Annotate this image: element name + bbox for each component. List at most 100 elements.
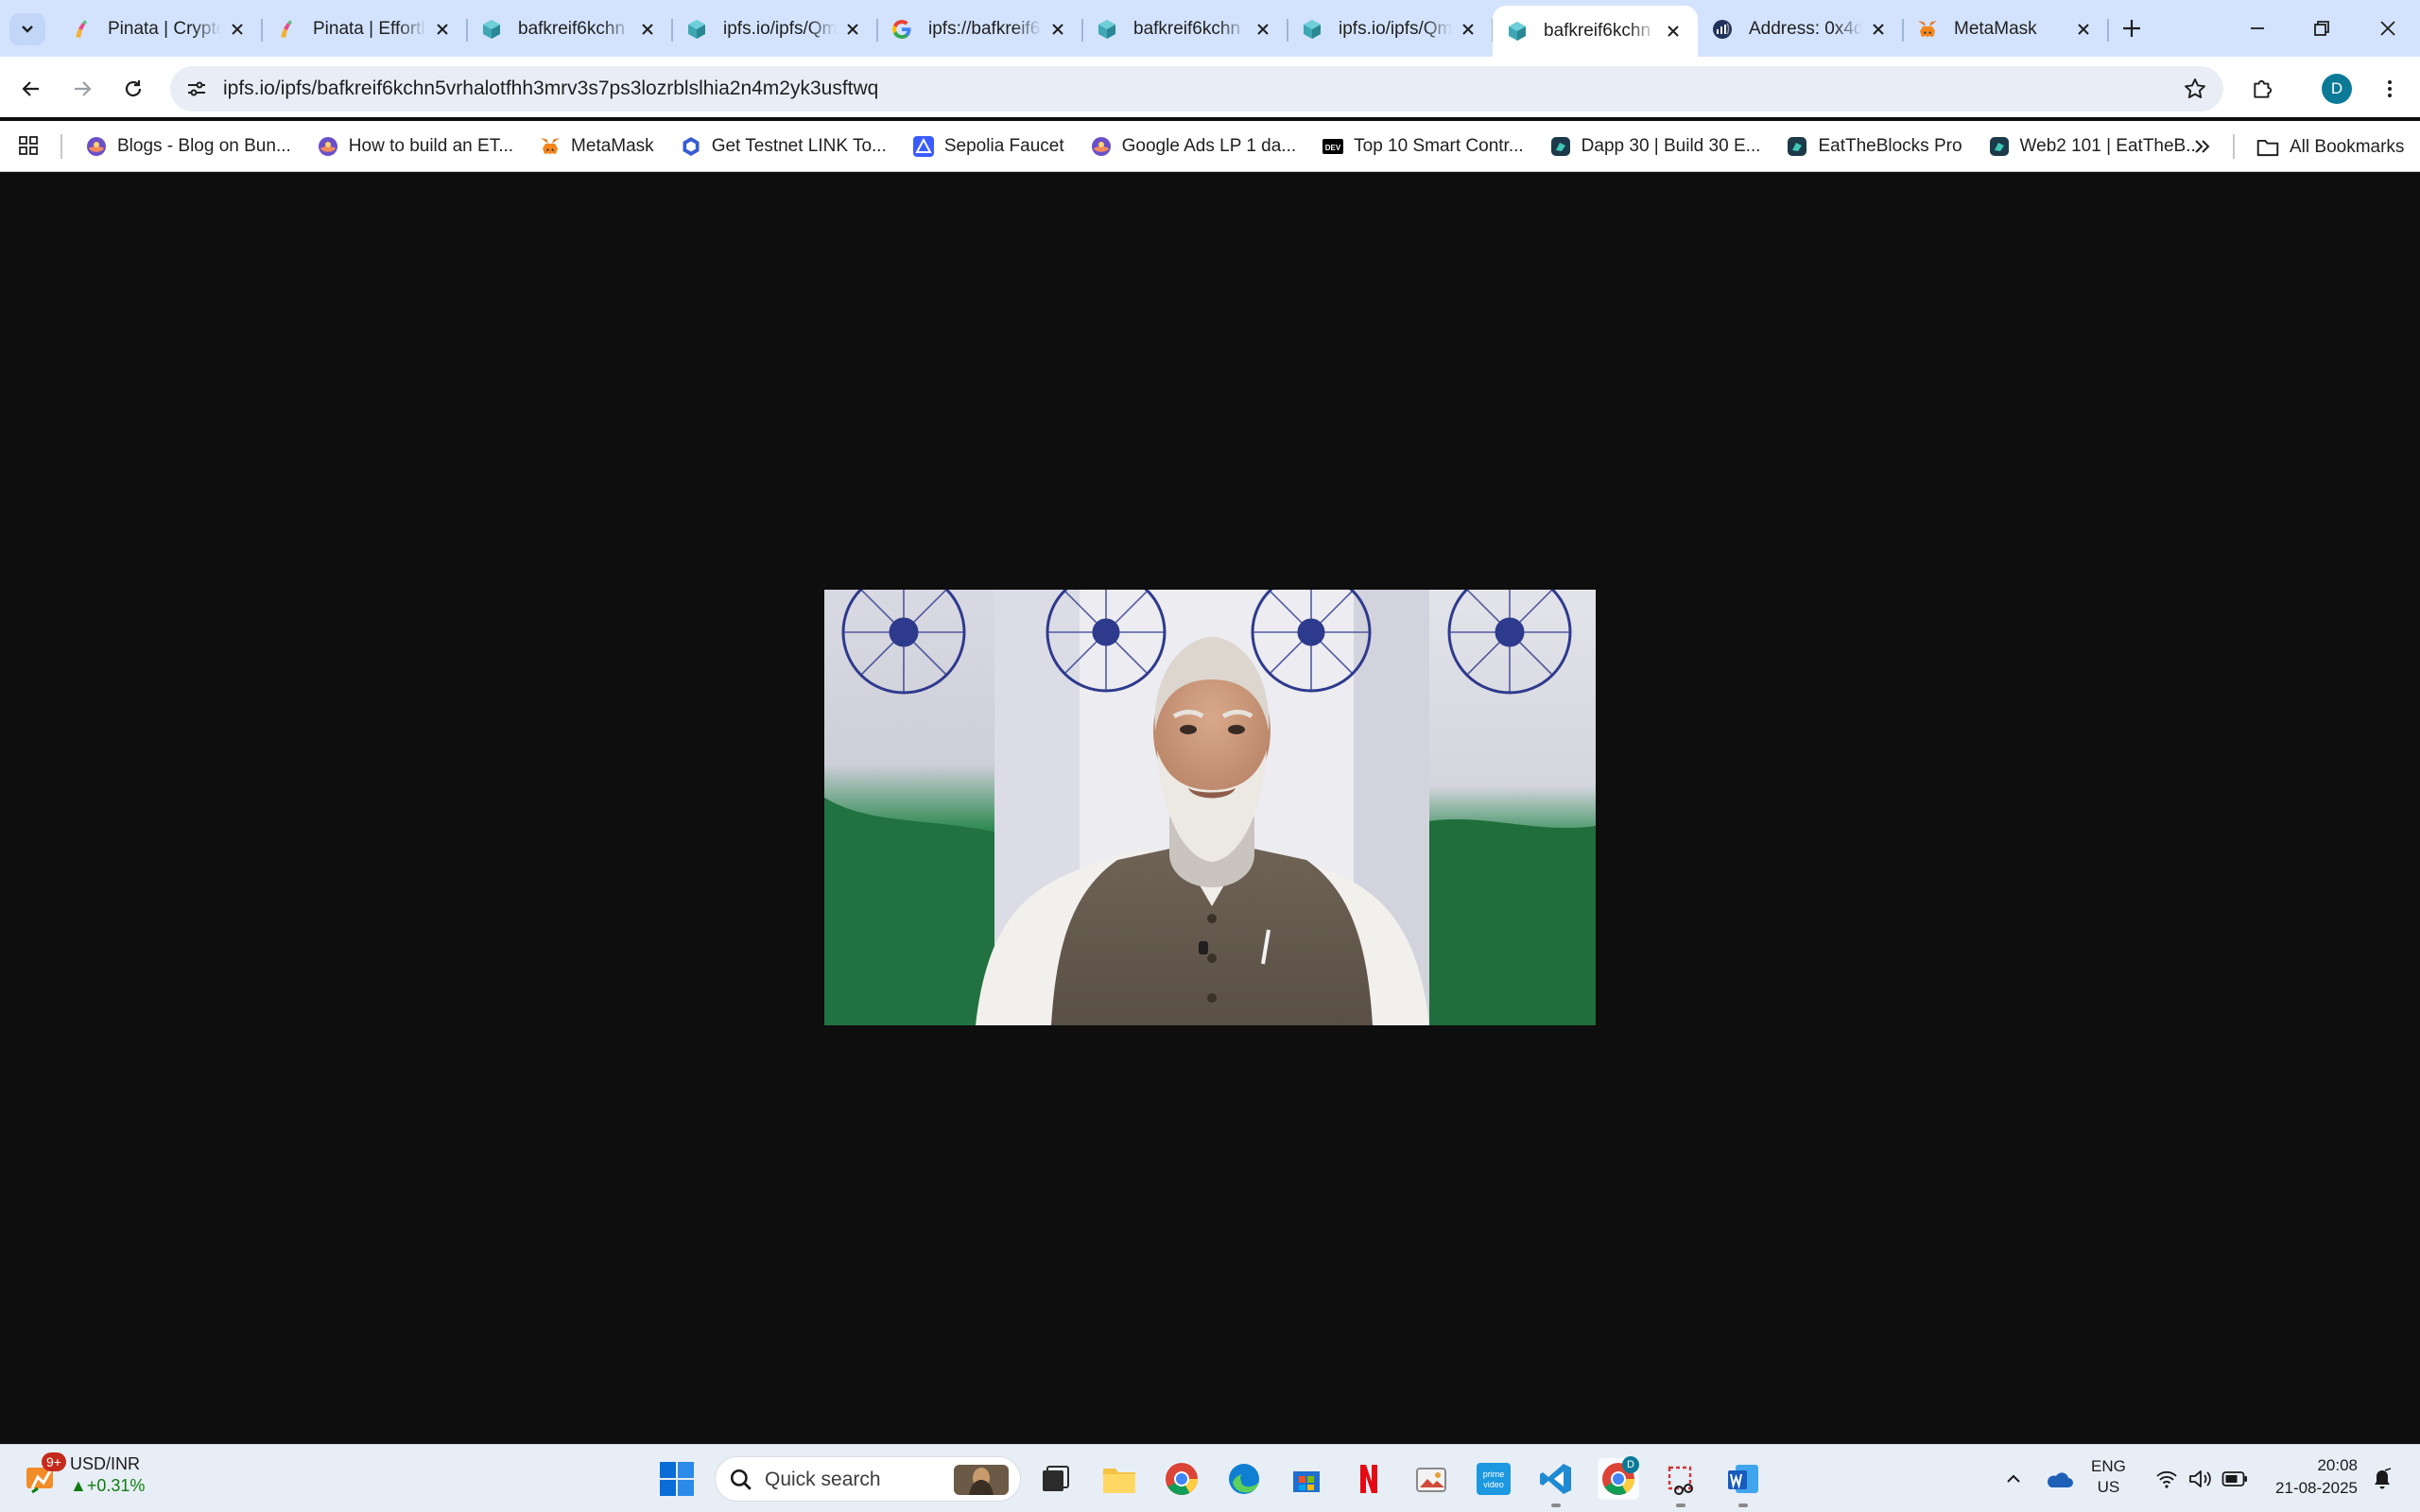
tab-title: ipfs.io/ipfs/Qm <box>1339 19 1452 39</box>
photos-button[interactable] <box>1410 1458 1452 1500</box>
close-tab-icon[interactable] <box>1867 18 1890 41</box>
tab[interactable]: bafkreif6kchn <box>467 6 673 53</box>
profile-avatar[interactable]: D <box>2322 74 2352 104</box>
tab[interactable]: MetaMask <box>1903 6 2109 53</box>
show-hidden-icons-button[interactable] <box>1998 1464 2029 1494</box>
bookmark-item[interactable]: MetaMask <box>531 128 662 165</box>
bookmark-item[interactable]: How to build an ET... <box>309 128 521 165</box>
minimize-icon <box>2251 27 2264 29</box>
pinata-icon <box>70 18 93 41</box>
close-tab-icon[interactable] <box>841 18 864 41</box>
bookmark-item[interactable]: Web2 101 | EatTheB... <box>1980 128 2209 165</box>
start-button[interactable] <box>658 1460 696 1498</box>
close-tab-icon[interactable] <box>226 18 249 41</box>
svg-text:prime: prime <box>1483 1469 1505 1479</box>
tab-search-button[interactable] <box>9 13 45 45</box>
puzzle-icon <box>2254 79 2273 98</box>
bookmark-label: Blogs - Blog on Bun... <box>117 136 291 156</box>
restore-button[interactable] <box>2303 9 2341 47</box>
url-text[interactable]: ipfs.io/ipfs/bafkreif6kchn5vrhalotfhh3mr… <box>223 77 878 100</box>
notifications-button[interactable] <box>2367 1464 2397 1494</box>
site-info-icon[interactable] <box>183 76 210 102</box>
input-language-indicator[interactable]: ENG US <box>2091 1456 2126 1498</box>
bookmark-item[interactable]: Get Testnet LINK To... <box>672 128 894 165</box>
search-icon <box>730 1469 752 1490</box>
chrome-active-button[interactable]: D <box>1598 1456 1639 1500</box>
close-window-button[interactable] <box>2369 9 2407 47</box>
bookmarks-bar: Blogs - Blog on Bun... How to build an ET… <box>0 121 2420 172</box>
bookmark-label: Get Testnet LINK To... <box>711 136 887 156</box>
bookmark-item[interactable]: DEV Top 10 Smart Contr... <box>1314 128 1531 165</box>
close-tab-icon[interactable] <box>1252 18 1274 41</box>
all-bookmarks-button[interactable]: All Bookmarks <box>2256 129 2404 166</box>
new-tab-button[interactable] <box>2116 12 2148 44</box>
close-tab-icon[interactable] <box>2072 18 2095 41</box>
onedrive-icon <box>2048 1472 2073 1487</box>
extensions-button[interactable] <box>2244 70 2282 108</box>
chrome-taskbar-button[interactable] <box>1161 1458 1202 1500</box>
tab-title: Pinata | Crypto <box>108 19 221 39</box>
tab[interactable]: Pinata | Crypto <box>57 6 263 53</box>
bookmark-list: Blogs - Blog on Bun... How to build an ET… <box>78 121 2219 172</box>
tab[interactable]: ipfs://bafkreif6 <box>877 6 1083 53</box>
close-tab-icon[interactable] <box>636 18 659 41</box>
bookmark-star-icon[interactable] <box>2182 76 2208 102</box>
ipfs-cube-icon <box>1301 18 1323 41</box>
snipping-tool-button[interactable] <box>1660 1458 1702 1507</box>
ipfs-cube-icon <box>1096 18 1118 41</box>
close-tab-icon[interactable] <box>1046 18 1069 41</box>
bookmark-label: Top 10 Smart Contr... <box>1354 136 1524 156</box>
apps-grid-icon[interactable] <box>15 132 42 159</box>
widget-text: USD/INR ▲+0.31% <box>70 1454 145 1496</box>
wifi-tray-button[interactable] <box>2152 1464 2182 1494</box>
bookmark-item[interactable]: Sepolia Faucet <box>905 128 1072 165</box>
task-view-icon <box>1043 1466 1069 1491</box>
currency-widget-icon: 9+ <box>23 1452 66 1496</box>
address-bar[interactable]: ipfs.io/ipfs/bafkreif6kchn5vrhalotfhh3mr… <box>170 66 2223 112</box>
edge-button[interactable] <box>1223 1458 1265 1500</box>
forward-button[interactable] <box>63 70 101 108</box>
metamask-fox-icon <box>1916 18 1939 41</box>
arrow-left-icon <box>22 81 39 96</box>
tab[interactable]: Address: 0x4d <box>1698 6 1904 53</box>
battery-tray-button[interactable] <box>2220 1464 2250 1494</box>
close-tab-icon[interactable] <box>1457 18 1479 41</box>
tab[interactable]: ipfs.io/ipfs/Qm <box>672 6 878 53</box>
tab[interactable]: Pinata | Effortless <box>262 6 468 53</box>
ipfs-image[interactable] <box>824 590 1596 1025</box>
bunny-icon <box>1090 135 1113 158</box>
close-tab-icon[interactable] <box>1662 20 1685 43</box>
menu-button[interactable] <box>2371 70 2409 108</box>
task-view-button[interactable] <box>1034 1458 1076 1500</box>
tab-active[interactable]: bafkreif6kchn <box>1493 6 1698 57</box>
bookmark-label: MetaMask <box>571 136 654 156</box>
bookmark-item[interactable]: Blogs - Blog on Bun... <box>78 128 299 165</box>
bookmark-item[interactable]: Google Ads LP 1 da... <box>1082 128 1305 165</box>
store-button[interactable] <box>1286 1458 1327 1500</box>
volume-tray-button[interactable] <box>2186 1464 2216 1494</box>
file-explorer-button[interactable] <box>1098 1458 1140 1500</box>
taskbar-search[interactable]: Quick search <box>715 1456 1021 1502</box>
reload-button[interactable] <box>114 70 152 108</box>
widgets-button[interactable]: 9+ USD/INR ▲+0.31% <box>23 1452 145 1496</box>
windows-taskbar: 9+ USD/INR ▲+0.31% Quick search prime vid… <box>0 1444 2420 1512</box>
windows-logo-icon <box>660 1462 694 1496</box>
bunny-icon <box>85 135 108 158</box>
vscode-button[interactable] <box>1535 1458 1577 1507</box>
onedrive-tray-button[interactable] <box>2044 1464 2074 1494</box>
folder-icon <box>2256 139 2279 157</box>
word-button[interactable] <box>1722 1458 1764 1507</box>
tab[interactable]: bafkreif6kchn <box>1082 6 1288 53</box>
edge-icon <box>1229 1464 1259 1494</box>
back-button[interactable] <box>12 70 50 108</box>
bookmark-item[interactable]: EatTheBlocks Pro <box>1778 128 1969 165</box>
clock[interactable]: 20:08 21-08-2025 <box>2259 1454 2358 1500</box>
tab[interactable]: ipfs.io/ipfs/Qm <box>1288 6 1494 53</box>
netflix-button[interactable] <box>1348 1458 1390 1500</box>
widget-badge: 9+ <box>42 1452 66 1471</box>
close-tab-icon[interactable] <box>431 18 454 41</box>
more-bookmarks-chevron-icon[interactable] <box>2189 133 2216 160</box>
bookmark-item[interactable]: Dapp 30 | Build 30 E... <box>1542 128 1769 165</box>
prime-video-button[interactable]: prime video <box>1473 1458 1514 1500</box>
minimize-button[interactable] <box>2238 9 2276 47</box>
